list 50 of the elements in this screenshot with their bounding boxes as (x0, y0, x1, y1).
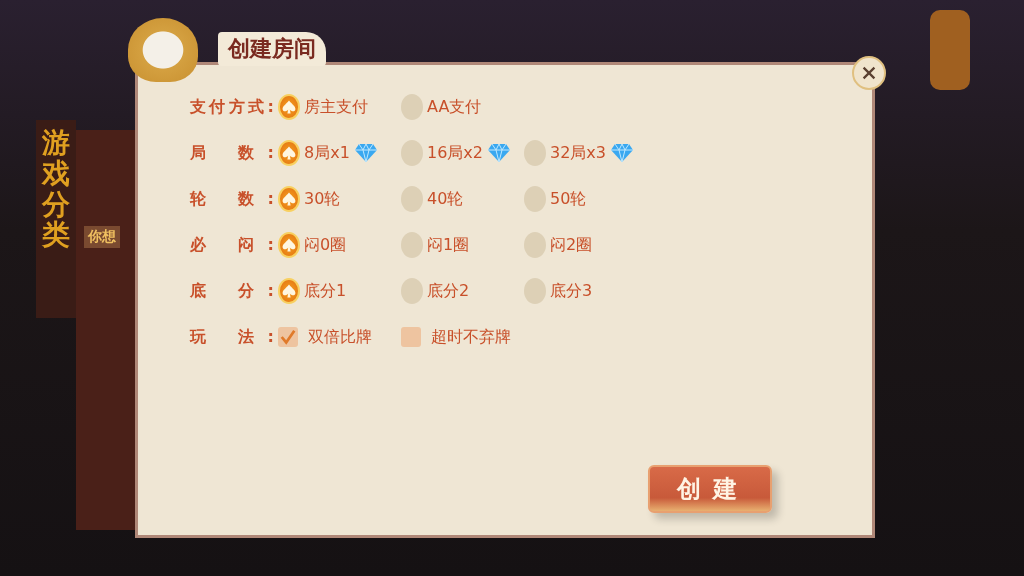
option-text: 底分1 (304, 280, 347, 302)
radio-button[interactable] (278, 140, 300, 166)
radio-button[interactable] (401, 140, 423, 166)
option-label: 玩 法: (190, 326, 274, 348)
option-text: 闷1圈 (427, 234, 470, 256)
radio-button[interactable] (278, 232, 300, 258)
option-text: 16局x2 (427, 142, 483, 164)
option-text: 40轮 (427, 188, 464, 210)
option-text: 底分2 (427, 280, 470, 302)
option-label: 轮 数: (190, 188, 274, 210)
option-text: 闷2圈 (550, 234, 593, 256)
radio-button[interactable] (401, 94, 423, 120)
option-label: 支付方式: (190, 96, 274, 118)
option-text: 闷0圈 (304, 234, 347, 256)
radio-button[interactable] (278, 94, 300, 120)
option-text: 房主支付 (304, 96, 368, 118)
checkbox[interactable] (401, 327, 421, 347)
side-label: 你想 (84, 226, 120, 248)
close-button[interactable] (852, 56, 886, 90)
checkbox[interactable] (278, 327, 298, 347)
dialog-title: 创建房间 (218, 32, 326, 66)
check-icon (279, 328, 297, 346)
category-sign: 游戏分类 (36, 120, 76, 318)
radio-button[interactable] (524, 140, 546, 166)
option-text: 50轮 (550, 188, 587, 210)
radio-button[interactable] (401, 278, 423, 304)
option-text: AA支付 (427, 96, 482, 118)
radio-button[interactable] (524, 186, 546, 212)
spade-icon (281, 191, 297, 207)
spade-icon (281, 99, 297, 115)
option-text: 双倍比牌 (308, 326, 372, 348)
spade-icon (281, 237, 297, 253)
close-icon (860, 64, 878, 82)
spade-icon (281, 145, 297, 161)
option-label: 底 分: (190, 280, 274, 302)
option-text: 30轮 (304, 188, 341, 210)
radio-button[interactable] (278, 278, 300, 304)
radio-button[interactable] (401, 186, 423, 212)
radio-button[interactable] (401, 232, 423, 258)
radio-button[interactable] (524, 232, 546, 258)
spade-icon (281, 283, 297, 299)
option-text: 8局x1 (304, 142, 350, 164)
radio-button[interactable] (524, 278, 546, 304)
create-button[interactable]: 创建 (648, 465, 772, 513)
option-label: 局 数: (190, 142, 274, 164)
option-text: 超时不弃牌 (431, 326, 511, 348)
option-text: 底分3 (550, 280, 593, 302)
radio-button[interactable] (278, 186, 300, 212)
option-label: 必 闷: (190, 234, 274, 256)
option-text: 32局x3 (550, 142, 606, 164)
